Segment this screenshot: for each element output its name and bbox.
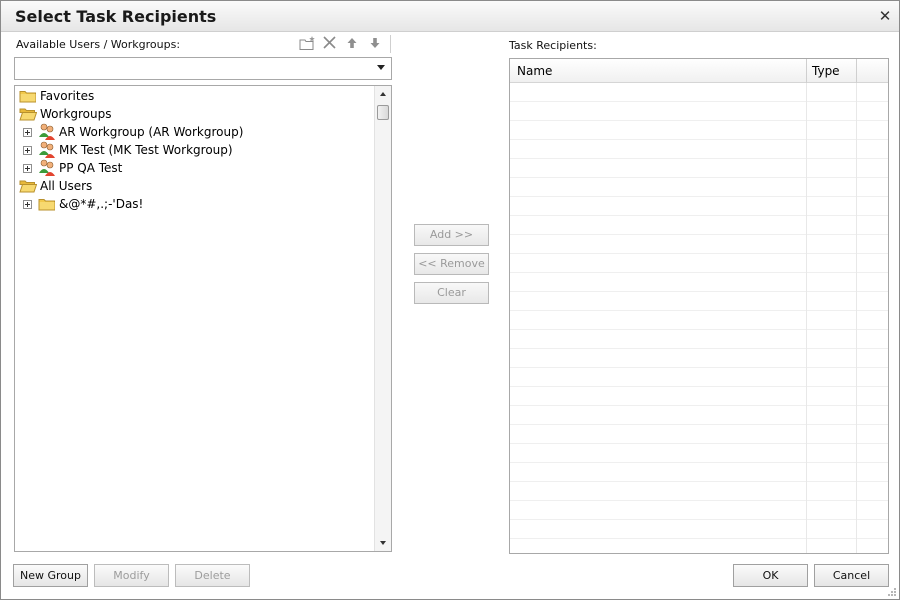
- resize-grip-icon[interactable]: [885, 585, 897, 597]
- users-workgroups-dropdown[interactable]: [14, 57, 392, 80]
- column-resize-handle[interactable]: [806, 59, 807, 83]
- tree-item-label: MK Test (MK Test Workgroup): [59, 143, 233, 157]
- scroll-down-icon[interactable]: [380, 541, 386, 545]
- task-recipients-grid: Name Type: [509, 58, 889, 554]
- add-button[interactable]: Add >>: [414, 224, 489, 246]
- task-recipients-label: Task Recipients:: [509, 39, 597, 52]
- scrollbar-thumb[interactable]: [377, 105, 389, 120]
- scroll-up-icon[interactable]: [380, 92, 386, 96]
- chevron-down-icon[interactable]: [377, 65, 385, 70]
- delete-button[interactable]: Delete: [175, 564, 250, 587]
- modify-button[interactable]: Modify: [94, 564, 169, 587]
- select-task-recipients-dialog: Select Task Recipients ✕ Available Users…: [0, 0, 900, 600]
- column-header-name[interactable]: Name: [517, 64, 552, 78]
- column-divider: [806, 59, 807, 553]
- available-users-label: Available Users / Workgroups:: [16, 38, 181, 51]
- workgroup-icon: [39, 123, 55, 140]
- new-group-button[interactable]: New Group: [13, 564, 88, 587]
- remove-button[interactable]: << Remove: [414, 253, 489, 275]
- tree-scrollbar[interactable]: [374, 86, 391, 551]
- tree-item-label: &@*#,.;-'Das!: [59, 197, 144, 211]
- column-header-type[interactable]: Type: [812, 64, 840, 78]
- title-bar: Select Task Recipients ✕: [1, 1, 899, 32]
- grid-rows: [510, 83, 888, 553]
- new-folder-icon[interactable]: [299, 35, 317, 51]
- expand-icon[interactable]: [23, 128, 32, 137]
- tree-item-label: Favorites: [40, 89, 95, 103]
- workgroup-icon: [39, 141, 55, 158]
- expand-icon[interactable]: [23, 200, 32, 209]
- folder-icon: [19, 91, 36, 103]
- folder-open-icon: [19, 108, 37, 121]
- users-workgroups-tree: Favorites Workgroups AR Workgroup (AR Wo…: [14, 85, 392, 552]
- close-icon[interactable]: ✕: [877, 7, 893, 25]
- tree-item-label: AR Workgroup (AR Workgroup): [59, 125, 244, 139]
- tree-item-label: PP QA Test: [59, 161, 123, 175]
- grid-header: Name Type: [510, 59, 888, 83]
- tree-item-label: Workgroups: [40, 107, 112, 121]
- clear-button[interactable]: Clear: [414, 282, 489, 304]
- tree-item-label: All Users: [40, 179, 93, 193]
- cancel-button[interactable]: Cancel: [814, 564, 889, 587]
- expand-icon[interactable]: [23, 164, 32, 173]
- workgroup-icon: [39, 159, 55, 176]
- dialog-title: Select Task Recipients: [15, 7, 217, 26]
- column-resize-handle[interactable]: [856, 59, 857, 83]
- move-up-icon[interactable]: [344, 35, 362, 51]
- column-divider: [856, 59, 857, 553]
- expand-icon[interactable]: [23, 146, 32, 155]
- ok-button[interactable]: OK: [733, 564, 808, 587]
- toolbar-separator: [390, 35, 391, 53]
- folder-icon: [38, 199, 55, 211]
- folder-open-icon: [19, 180, 37, 193]
- delete-icon[interactable]: [321, 35, 339, 51]
- move-down-icon[interactable]: [367, 35, 385, 51]
